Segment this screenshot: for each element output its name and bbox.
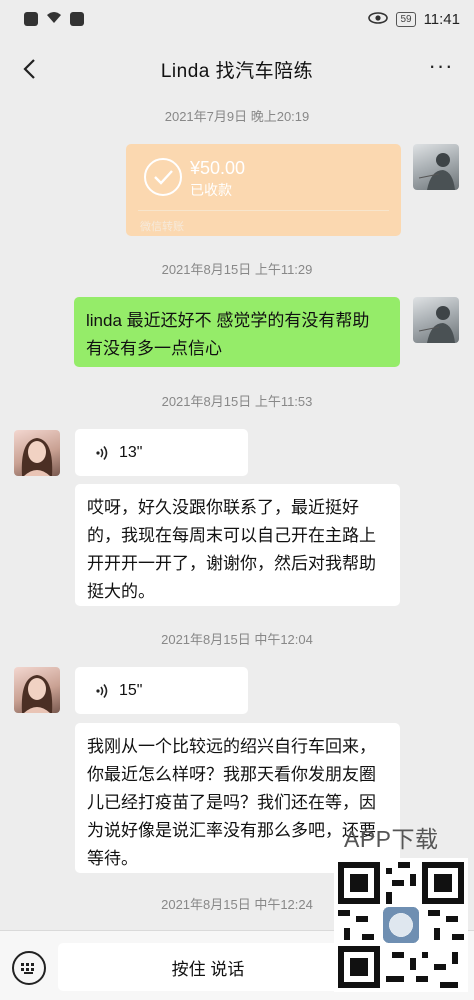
alert-icon — [24, 12, 38, 26]
chat-title: Linda 找汽车陪练 — [160, 60, 314, 82]
chevron-left-icon — [23, 59, 35, 79]
more-dots-icon: ··· — [428, 53, 454, 78]
my-avatar[interactable] — [413, 144, 459, 190]
contact-avatar[interactable] — [14, 430, 60, 476]
transfer-status: 已收款 — [190, 182, 232, 198]
more-button[interactable]: ··· — [426, 54, 456, 84]
chat-header: Linda 找汽车陪练 ··· — [0, 38, 474, 100]
hold-to-talk-button[interactable]: 按住 说话 — [58, 943, 358, 991]
message-bubble-theirs[interactable]: 哎呀，好久没跟你联系了，最近挺好的，我现在每周末可以自己开在主路上开开开一开了，… — [75, 484, 400, 606]
avatar-image — [21, 438, 53, 476]
upload-icon — [70, 12, 84, 26]
timestamp: 2021年8月15日 上午11:53 — [161, 394, 313, 409]
battery-icon: 59 — [396, 11, 416, 27]
voice-message[interactable]: 13" — [75, 429, 248, 476]
qr-code-icon — [334, 858, 468, 992]
voice-wave-icon — [95, 683, 109, 699]
voice-message[interactable]: 15" — [75, 667, 248, 714]
timestamp: 2021年8月15日 上午11:29 — [161, 262, 313, 277]
voice-duration: 15" — [119, 681, 143, 699]
transfer-divider — [138, 210, 389, 211]
status-time: 11:41 — [423, 10, 460, 28]
status-left — [24, 11, 84, 27]
message-bubble-mine[interactable]: linda 最近还好不 感觉学的有没有帮助 有没有多一点信心 — [74, 297, 400, 367]
keyboard-toggle-button[interactable] — [12, 951, 46, 985]
check-circle-icon — [144, 158, 182, 196]
eye-icon — [368, 11, 389, 28]
transfer-footer: 微信转账 — [140, 221, 184, 233]
voice-duration: 13" — [119, 443, 143, 461]
avatar-image — [21, 675, 53, 713]
watermark-text: APP下载 — [344, 826, 439, 852]
transfer-card[interactable]: ¥50.00 已收款 微信转账 — [126, 144, 401, 236]
timestamp: 2021年7月9日 晚上20:19 — [164, 109, 310, 124]
wifi-icon — [46, 11, 62, 27]
timestamp: 2021年8月15日 中午12:04 — [161, 632, 313, 647]
avatar-image — [418, 306, 455, 343]
keyboard-icon — [21, 963, 34, 974]
my-avatar[interactable] — [413, 297, 459, 343]
transfer-amount: ¥50.00 — [190, 158, 246, 178]
status-bar: 59 11:41 — [0, 0, 474, 38]
status-right: 59 11:41 — [368, 11, 460, 28]
avatar-image — [418, 153, 455, 190]
back-button[interactable] — [14, 54, 44, 84]
voice-wave-icon — [95, 445, 109, 461]
contact-avatar[interactable] — [14, 667, 60, 713]
